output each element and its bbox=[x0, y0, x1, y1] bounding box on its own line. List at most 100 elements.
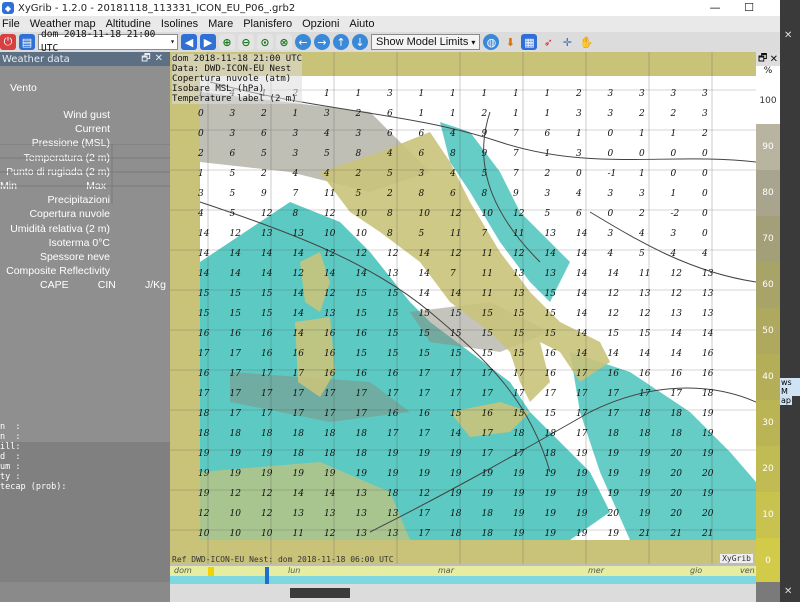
temperature-label: 17 bbox=[261, 409, 273, 419]
weather-map[interactable]: 1412113111112333303213261121133223036343… bbox=[170, 52, 756, 564]
temperature-label: 14 bbox=[293, 249, 305, 259]
minimize-button[interactable]: — bbox=[698, 0, 732, 16]
temperature-label: 14 bbox=[419, 269, 431, 279]
crosshair-icon[interactable]: ✛ bbox=[559, 34, 575, 50]
temperature-label: 18 bbox=[482, 529, 494, 539]
temperature-label: 8 bbox=[482, 189, 488, 199]
menu-file[interactable]: File bbox=[2, 18, 20, 30]
temperature-label: 12 bbox=[639, 309, 651, 319]
scale-close-icon[interactable]: ✕ bbox=[770, 54, 778, 65]
temperature-label: 19 bbox=[387, 449, 399, 459]
hand-pan-icon[interactable]: ✋ bbox=[578, 34, 594, 50]
temperature-label: 3 bbox=[608, 109, 614, 119]
quit-icon[interactable]: ⏻ bbox=[0, 34, 16, 50]
temperature-label: 16 bbox=[387, 369, 399, 379]
zoom-all-icon[interactable]: ⊗ bbox=[276, 34, 292, 50]
go-right-icon[interactable]: → bbox=[314, 34, 330, 50]
temperature-label: 14 bbox=[293, 329, 305, 339]
menu-mare[interactable]: Mare bbox=[208, 18, 233, 30]
temperature-label: 5 bbox=[230, 169, 236, 179]
scale-label: 50 bbox=[762, 326, 774, 336]
temperature-label: 16 bbox=[702, 369, 714, 379]
temperature-label: 18 bbox=[198, 409, 210, 419]
temperature-label: 20 bbox=[701, 469, 714, 479]
temperature-label: 15 bbox=[261, 309, 273, 319]
temperature-label: 16 bbox=[356, 369, 368, 379]
temperature-label: 19 bbox=[545, 529, 557, 539]
temperature-label: 1 bbox=[671, 189, 677, 199]
temperature-label: 3 bbox=[419, 169, 425, 179]
grib-icon[interactable]: ▦ bbox=[521, 34, 538, 50]
previous-date-icon[interactable]: ◀ bbox=[181, 34, 197, 50]
temperature-label: 16 bbox=[198, 369, 210, 379]
temperature-label: 18 bbox=[702, 389, 714, 399]
maximize-button[interactable]: ☐ bbox=[732, 0, 766, 16]
timeline-track[interactable] bbox=[170, 566, 756, 576]
zoom-selection-icon[interactable]: ⊙ bbox=[257, 34, 273, 50]
temperature-label: 19 bbox=[198, 469, 210, 479]
temperature-label: 19 bbox=[356, 469, 368, 479]
temperature-label: 1 bbox=[639, 169, 645, 179]
temperature-label: 5 bbox=[261, 149, 267, 159]
temperature-label: 6 bbox=[450, 189, 456, 199]
bottom-left-bar bbox=[0, 582, 170, 602]
temperature-label: 17 bbox=[230, 349, 242, 359]
menu-planisfero[interactable]: Planisfero bbox=[243, 18, 292, 30]
temperature-label: 15 bbox=[513, 329, 525, 339]
map-canvas[interactable]: 1412113111112333303213261121133223036343… bbox=[170, 52, 756, 564]
temperature-label: 2 bbox=[701, 129, 708, 139]
temperature-label: 19 bbox=[450, 469, 462, 479]
temperature-label: 12 bbox=[387, 249, 399, 259]
open-file-icon[interactable]: ▤ bbox=[19, 34, 35, 50]
temperature-label: 1 bbox=[419, 89, 425, 99]
menu-aiuto[interactable]: Aiuto bbox=[349, 18, 374, 30]
temperature-label: 19 bbox=[576, 489, 588, 499]
temperature-label: 7 bbox=[450, 269, 456, 279]
temperature-label: 2 bbox=[575, 89, 582, 99]
zoom-in-icon[interactable]: ⊕ bbox=[219, 34, 235, 50]
panel-close-icon[interactable]: ✕ bbox=[784, 30, 792, 41]
temperature-label: 19 bbox=[513, 529, 525, 539]
next-date-icon[interactable]: ▶ bbox=[200, 34, 216, 50]
go-left-icon[interactable]: ← bbox=[295, 34, 311, 50]
temperature-label: 5 bbox=[230, 209, 236, 219]
map-info-temperature: Temperature label (2 m) bbox=[172, 94, 297, 104]
rocket-icon[interactable]: ➶ bbox=[540, 34, 556, 50]
go-up-icon[interactable]: ↑ bbox=[333, 34, 349, 50]
timeline-cursor-handle[interactable] bbox=[265, 567, 269, 584]
temperature-label: 17 bbox=[387, 429, 399, 439]
panel-float-close-icons[interactable]: 🗗✕ bbox=[141, 51, 170, 68]
menu-opzioni[interactable]: Opzioni bbox=[302, 18, 339, 30]
model-limits-select[interactable]: Show Model Limits ▾ bbox=[371, 34, 481, 50]
scrollbar-thumb[interactable] bbox=[290, 588, 350, 598]
timeline[interactable]: dom lun mar mer gio ven bbox=[170, 564, 756, 602]
temperature-label: 15 bbox=[482, 309, 494, 319]
temperature-label: 17 bbox=[576, 389, 588, 399]
temperature-label: 12 bbox=[450, 249, 462, 259]
scale-float-icon[interactable]: 🗗 bbox=[758, 51, 767, 68]
temperature-label: 20 bbox=[670, 449, 683, 459]
scale-label: 30 bbox=[762, 418, 774, 428]
bottom-right-bar bbox=[756, 582, 780, 602]
temperature-label: 15 bbox=[261, 289, 273, 299]
temperature-label: 17 bbox=[230, 389, 242, 399]
temperature-label: 8 bbox=[387, 229, 393, 239]
zoom-out-icon[interactable]: ⊖ bbox=[238, 34, 254, 50]
temperature-label: 19 bbox=[702, 429, 714, 439]
go-down-icon[interactable]: ↓ bbox=[352, 34, 368, 50]
temperature-label: 16 bbox=[261, 329, 273, 339]
temperature-label: 14 bbox=[576, 229, 588, 239]
download-icon[interactable]: ⬇ bbox=[502, 34, 518, 50]
date-select[interactable]: dom 2018-11-18 21:00 UTC ▾ bbox=[38, 29, 178, 54]
temperature-label: 17 bbox=[230, 409, 242, 419]
timeline-scrollbar[interactable] bbox=[170, 584, 756, 602]
panel-close-icon-bottom[interactable]: ✕ bbox=[784, 586, 792, 597]
temperature-label: 16 bbox=[198, 329, 210, 339]
temperature-label: 17 bbox=[419, 429, 431, 439]
temperature-label: 2 bbox=[260, 109, 267, 119]
globe-icon[interactable]: ◍ bbox=[483, 34, 500, 50]
temperature-label: 15 bbox=[513, 349, 525, 359]
temperature-label: 6 bbox=[419, 129, 425, 139]
temperature-label: 2 bbox=[355, 169, 362, 179]
temperature-label: 12 bbox=[450, 209, 462, 219]
